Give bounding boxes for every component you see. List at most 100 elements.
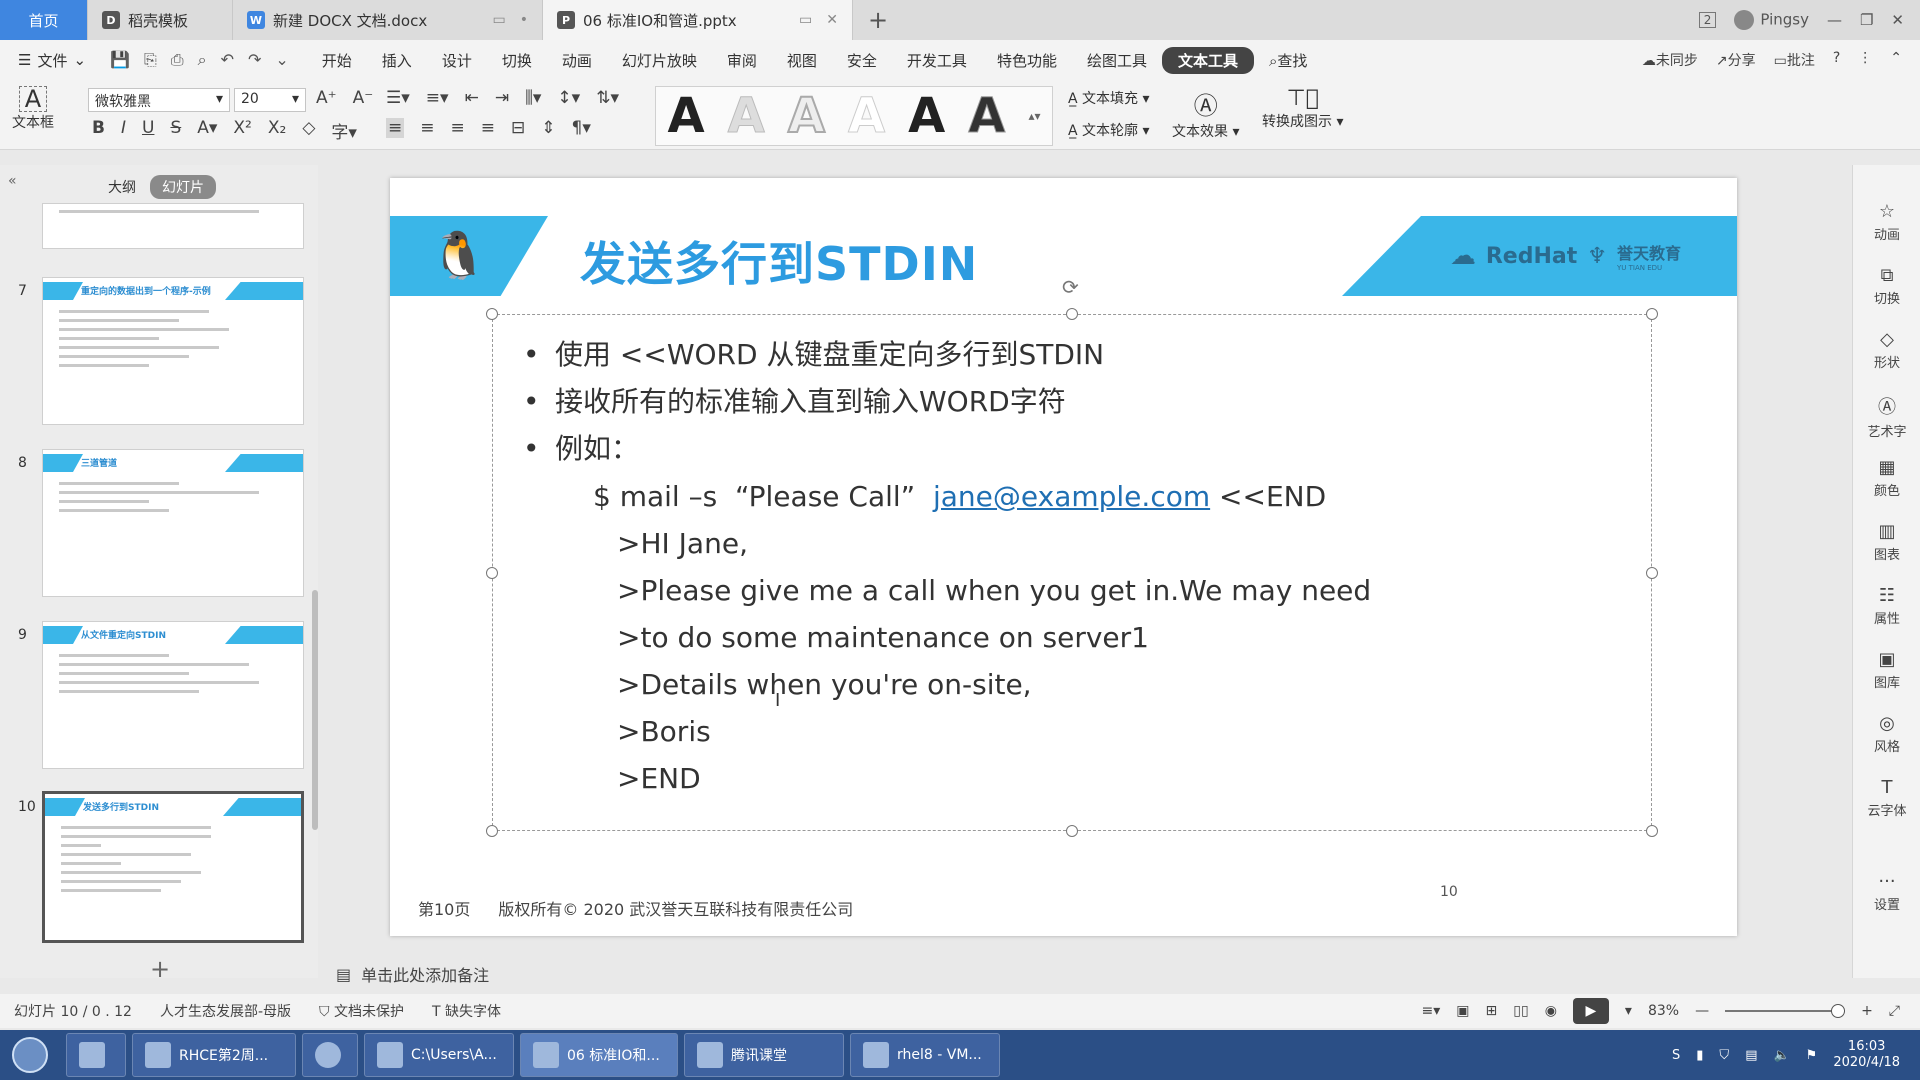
taskbar-app-explorer[interactable] — [66, 1033, 126, 1077]
distribute-icon[interactable]: ⊟ — [511, 118, 525, 138]
rp-wordart[interactable]: Ⓐ 艺术字 — [1853, 393, 1920, 440]
text-style-5[interactable]: A — [908, 92, 945, 140]
text-outline-button[interactable]: A̲ 文本轮廓 ▾ — [1068, 120, 1150, 140]
preview-icon[interactable]: ⌕ — [198, 50, 207, 70]
content-textbox[interactable]: • 使用 <<WORD 从键盘重定向多行到STDIN • 接收所有的标准输入直到输入… — [486, 308, 1658, 837]
vertical-align-icon[interactable]: ⇕ — [541, 118, 555, 138]
resize-handle[interactable] — [1646, 567, 1658, 579]
more-icon[interactable]: ⋮ — [1858, 50, 1872, 70]
slide-thumbnail-8[interactable]: 三道管道 — [42, 449, 304, 597]
protection-status[interactable]: ⛉ 文档未保护 — [305, 1001, 418, 1021]
char-spacing-icon[interactable]: 字▾ — [331, 118, 357, 143]
slide-thumbnail-7[interactable]: 重定向的数据出到一个程序-示例 — [42, 277, 304, 425]
numbered-list-icon[interactable]: ≡▾ — [426, 88, 449, 108]
resize-handle[interactable] — [486, 308, 498, 320]
redo-icon[interactable]: ↷ — [248, 50, 261, 70]
help-icon[interactable]: ? — [1833, 50, 1840, 70]
tab-docer-templates[interactable]: D 稻壳模板 — [88, 0, 233, 40]
subscript-icon[interactable]: X₂ — [268, 118, 286, 143]
taskbar-app-tencent-class[interactable]: 腾讯课堂 — [684, 1033, 844, 1077]
tab-outline[interactable]: 大纲 — [108, 177, 136, 197]
tab-dot-icon[interactable]: • — [520, 12, 528, 28]
menu-security[interactable]: 安全 — [832, 50, 892, 71]
collapse-panel-icon[interactable]: « — [8, 173, 17, 189]
rp-style[interactable]: ◎ 风格 — [1853, 713, 1920, 755]
font-name-select[interactable]: 微软雅黑 ▾ — [88, 88, 230, 112]
comment-button[interactable]: ▭批注 — [1774, 50, 1815, 70]
font-color-icon[interactable]: A▾ — [197, 118, 217, 143]
save-icon[interactable]: 💾 — [110, 50, 130, 70]
resize-handle[interactable] — [486, 567, 498, 579]
play-options-icon[interactable]: ▾ — [1625, 1003, 1632, 1019]
rp-shape[interactable]: ◇ 形状 — [1853, 329, 1920, 371]
zoom-out-icon[interactable]: — — [1695, 1003, 1709, 1019]
export-icon[interactable]: ⎘ — [144, 50, 157, 70]
missing-font-status[interactable]: T 缺失字体 — [418, 1001, 515, 1021]
menu-developer[interactable]: 开发工具 — [892, 50, 982, 71]
resize-handle[interactable] — [1646, 825, 1658, 837]
convert-smartart-button[interactable]: ⊤⃞ 转换成图示 ▾ — [1262, 86, 1343, 131]
gallery-scroll-icon[interactable]: ▴▾ — [1028, 109, 1040, 123]
tab-docx[interactable]: W 新建 DOCX 文档.docx ▭ • — [233, 0, 543, 40]
ime-icon[interactable]: S — [1672, 1048, 1680, 1063]
menu-search[interactable]: ⌕查找 — [1254, 50, 1322, 71]
columns-icon[interactable]: ⫼▾ — [525, 88, 541, 108]
rp-animation[interactable]: ☆ 动画 — [1853, 201, 1920, 243]
resize-handle[interactable] — [486, 825, 498, 837]
menu-text-tools[interactable]: 文本工具 — [1161, 46, 1254, 74]
menu-transition[interactable]: 切换 — [487, 50, 547, 71]
align-left-icon[interactable]: ≡ — [386, 118, 405, 138]
text-style-4[interactable]: A — [847, 92, 885, 141]
resize-handle[interactable] — [1066, 308, 1078, 320]
notes-area[interactable]: ▤ 单击此处添加备注 — [336, 962, 489, 986]
textbox-tool[interactable]: A 文本框 — [12, 86, 54, 132]
rp-chart[interactable]: ▥ 图表 — [1853, 521, 1920, 563]
user-account[interactable]: Pingsy — [1734, 10, 1809, 30]
clock[interactable]: 16:03 2020/4/18 — [1833, 1039, 1900, 1071]
rp-cloud-font[interactable]: T 云字体 — [1853, 777, 1920, 819]
restore-icon[interactable]: ❐ — [1860, 11, 1873, 29]
tab-home[interactable]: 首页 — [0, 0, 88, 40]
justify-icon[interactable]: ≡ — [481, 118, 495, 138]
superscript-icon[interactable]: X² — [233, 118, 251, 143]
theme-name[interactable]: 人才生态发展部-母版 — [146, 1001, 305, 1021]
bold-icon[interactable]: B — [92, 118, 105, 143]
rp-properties[interactable]: ☷ 属性 — [1853, 585, 1920, 627]
taskbar-app-sogou[interactable] — [302, 1033, 358, 1077]
text-effect-button[interactable]: Ⓐ 文本效果 ▾ — [1172, 86, 1239, 141]
shield-tray-icon[interactable]: ⛉ — [1719, 1048, 1729, 1063]
reading-view-icon[interactable]: ▯▯ — [1513, 1003, 1528, 1019]
slide-thumbnail-6[interactable] — [42, 203, 304, 249]
close-window-icon[interactable]: ✕ — [1891, 11, 1904, 29]
slide-thumbnail-10[interactable]: 发送多行到STDIN — [42, 791, 304, 943]
menu-review[interactable]: 审阅 — [712, 50, 772, 71]
text-fill-button[interactable]: A̲ 文本填充 ▾ — [1068, 88, 1150, 108]
menu-animation[interactable]: 动画 — [547, 50, 607, 71]
menu-features[interactable]: 特色功能 — [982, 50, 1072, 71]
minimize-icon[interactable]: — — [1827, 11, 1842, 29]
rp-transition[interactable]: ⧉ 切换 — [1853, 265, 1920, 307]
fit-window-icon[interactable]: ⤢ — [1889, 1003, 1900, 1019]
file-menu[interactable]: ☰ 文件 ⌄ — [0, 50, 100, 71]
customize-icon[interactable]: ⌄ — [275, 50, 288, 70]
paragraph-settings-icon[interactable]: ¶▾ — [572, 118, 591, 138]
thumbnail-scrollbar[interactable] — [312, 590, 318, 830]
slide-title[interactable]: 发送多行到STDIN — [580, 228, 978, 294]
italic-icon[interactable]: I — [121, 118, 126, 143]
slide-thumbnail-9[interactable]: 从文件重定向STDIN — [42, 621, 304, 769]
zoom-level[interactable]: 83% — [1648, 1003, 1679, 1019]
email-link[interactable]: jane@example.com — [933, 480, 1210, 513]
text-style-6[interactable]: A — [968, 92, 1006, 141]
add-slide-button[interactable]: + — [150, 955, 170, 983]
tab-pptx[interactable]: P 06 标准IO和管道.pptx ▭ ✕ — [543, 0, 853, 40]
menu-slideshow[interactable]: 幻灯片放映 — [607, 50, 712, 71]
presenter-view-icon[interactable]: ◉ — [1545, 1003, 1557, 1019]
menu-home[interactable]: 开始 — [307, 50, 367, 71]
text-style-1[interactable]: A — [668, 92, 705, 140]
share-button[interactable]: ↗分享 — [1716, 50, 1756, 70]
strikethrough-icon[interactable]: S — [170, 118, 181, 143]
slide-canvas[interactable]: 🐧 发送多行到STDIN ☁ RedHat ♆ 誉天教育 YU TIAN EDU … — [390, 178, 1737, 936]
rp-settings[interactable]: ··· 设置 — [1853, 871, 1920, 913]
bullet-list-icon[interactable]: ☰▾ — [386, 88, 410, 108]
line-spacing-icon[interactable]: ↕▾ — [557, 88, 580, 108]
